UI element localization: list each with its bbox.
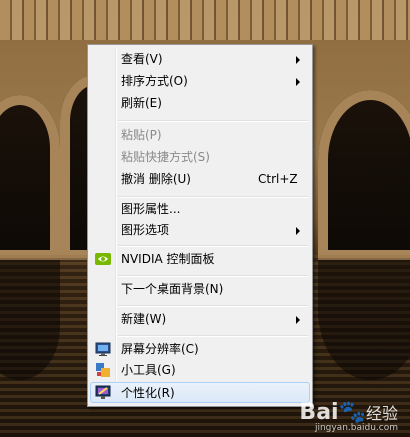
watermark-suffix: 经验: [365, 404, 398, 423]
watermark-logo-text: Bai: [299, 400, 339, 425]
menu-item-graphics-properties[interactable]: 图形属性...: [90, 199, 310, 220]
submenu-arrow-icon: [296, 78, 300, 86]
menu-item-label: 刷新(E): [121, 96, 162, 110]
menu-item-label: 图形选项: [121, 223, 170, 237]
baidu-jingyan-watermark: Bai🐾经验 jingyan.baidu.com: [299, 400, 398, 433]
submenu-arrow-icon: [296, 56, 300, 64]
menu-item-label: 撤消 删除(U): [121, 172, 191, 186]
bridge-arch-right: [318, 90, 410, 260]
bridge-parapet: [0, 0, 410, 40]
menu-item-label: 粘贴快捷方式(S): [121, 150, 210, 164]
menu-item-label: 下一个桌面背景(N): [121, 282, 224, 296]
baidu-paw-icon: 🐾: [338, 400, 366, 425]
menu-item-new[interactable]: 新建(W): [90, 309, 310, 330]
desktop-context-menu: 查看(V) 排序方式(O) 刷新(E) 粘贴(P) 粘贴快捷方式(S) 撤消 删…: [87, 44, 313, 407]
watermark-url: jingyan.baidu.com: [314, 423, 398, 433]
menu-item-label: 个性化(R): [121, 386, 175, 400]
gadgets-icon: [95, 362, 111, 378]
menu-item-next-desktop-background[interactable]: 下一个桌面背景(N): [90, 279, 310, 300]
monitor-resolution-icon: [95, 341, 111, 357]
menu-item-paste-shortcut[interactable]: 粘贴快捷方式(S): [90, 147, 310, 168]
personalize-icon: [95, 384, 111, 400]
menu-item-label: 查看(V): [121, 52, 163, 66]
menu-item-nvidia-control-panel[interactable]: NVIDIA 控制面板: [90, 249, 310, 270]
submenu-arrow-icon: [296, 316, 300, 324]
watermark-logo: Bai🐾经验: [299, 400, 398, 425]
menu-item-label: 小工具(G): [121, 363, 176, 377]
menu-item-label: 屏幕分辨率(C): [121, 342, 199, 356]
menu-item-gadgets[interactable]: 小工具(G): [90, 360, 310, 381]
menu-item-refresh[interactable]: 刷新(E): [90, 93, 310, 114]
menu-item-label: NVIDIA 控制面板: [121, 252, 215, 266]
menu-separator: [118, 275, 308, 277]
menu-item-view[interactable]: 查看(V): [90, 49, 310, 70]
menu-item-label: 粘贴(P): [121, 128, 162, 142]
submenu-arrow-icon: [296, 227, 300, 235]
nvidia-icon: [95, 251, 111, 267]
menu-item-shortcut: Ctrl+Z: [258, 172, 298, 186]
menu-item-label: 新建(W): [121, 312, 167, 326]
menu-item-personalize[interactable]: 个性化(R): [90, 382, 310, 403]
menu-separator: [118, 335, 308, 337]
menu-item-graphics-options[interactable]: 图形选项: [90, 220, 310, 241]
menu-separator: [118, 196, 308, 198]
menu-item-screen-resolution[interactable]: 屏幕分辨率(C): [90, 339, 310, 360]
menu-item-paste[interactable]: 粘贴(P): [90, 125, 310, 146]
bridge-arch-left: [0, 95, 60, 260]
menu-separator: [118, 120, 308, 122]
menu-item-sort-by[interactable]: 排序方式(O): [90, 71, 310, 92]
menu-item-label: 排序方式(O): [121, 74, 188, 88]
menu-separator: [118, 305, 308, 307]
menu-item-label: 图形属性...: [121, 202, 181, 216]
menu-separator: [118, 245, 308, 247]
menu-item-undo-delete[interactable]: 撤消 删除(U) Ctrl+Z: [90, 169, 310, 190]
